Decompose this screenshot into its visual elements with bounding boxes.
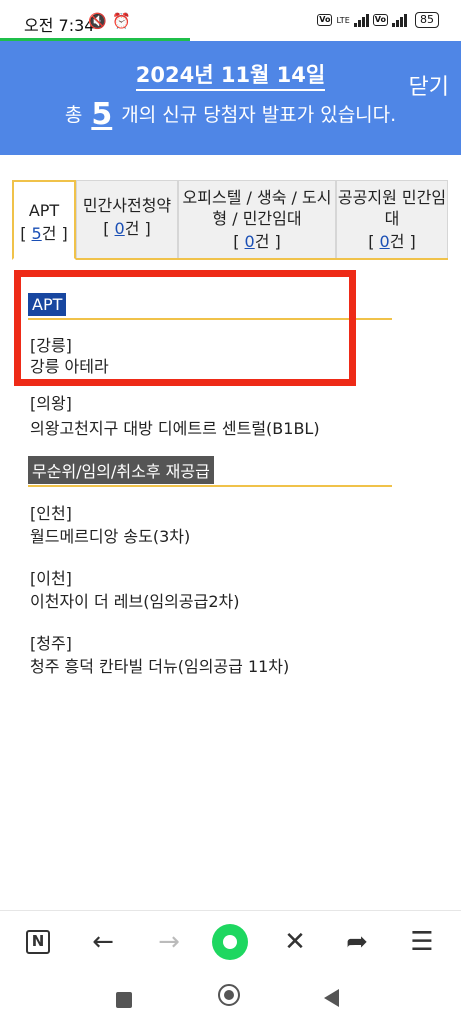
- list-item-name[interactable]: 청주 흥덕 칸타빌 더뉴(임의공급 11차): [30, 653, 289, 677]
- browser-toolbar: N ← → ✕ ➦ ☰: [0, 910, 461, 972]
- back-arrow-icon[interactable]: ←: [86, 925, 120, 959]
- list-item-name[interactable]: 의왕고천지구 대방 디에트르 센트럴(B1BL): [30, 415, 320, 439]
- naver-home-icon[interactable]: N: [26, 930, 50, 954]
- clock: 오전 7:34: [24, 16, 95, 35]
- announcement-subtitle: 총 5 개의 신규 당첨자 발표가 있습니다.: [64, 97, 397, 132]
- close-tab-icon[interactable]: ✕: [278, 925, 312, 959]
- volte-icon: Vo: [317, 14, 333, 26]
- announcement-count: 5: [91, 97, 113, 132]
- mute-icon: 🔇: [88, 12, 107, 30]
- list-item-region: [청주]: [30, 634, 72, 653]
- tab-officetel[interactable]: 오피스텔 / 생숙 / 도시형 / 민간임대 [ 0건 ]: [178, 180, 336, 258]
- tab-public-private-rental[interactable]: 공공지원 민간임대 [ 0건 ]: [336, 180, 448, 258]
- forward-arrow-icon[interactable]: →: [152, 925, 186, 959]
- home-icon[interactable]: [218, 984, 240, 1006]
- recent-apps-icon[interactable]: [116, 992, 132, 1008]
- category-tabs: APT [ 5건 ] 민간사전청약 [ 0건 ] 오피스텔 / 생숙 / 도시형…: [12, 180, 448, 260]
- highlight-box: [14, 270, 356, 386]
- section-divider: [28, 485, 392, 487]
- back-icon[interactable]: [324, 989, 339, 1007]
- tab-apt[interactable]: APT [ 5건 ]: [12, 180, 76, 260]
- list-item-name[interactable]: 이천자이 더 레브(임의공급2차): [30, 588, 239, 612]
- battery-icon: 85: [415, 12, 439, 28]
- signal-icon: [353, 13, 369, 27]
- volte-icon-2: Vo: [372, 14, 388, 26]
- status-bar: 오전 7:34 🔇 ⏰ Vo LTE Vo 85: [0, 0, 461, 40]
- signal-icon-2: [392, 13, 407, 27]
- system-nav-bar: [0, 972, 461, 1024]
- list-item-region: [이천]: [30, 569, 72, 588]
- list-item-region: [의왕]: [30, 394, 72, 413]
- list-item-region: [인천]: [30, 504, 72, 523]
- menu-icon[interactable]: ☰: [405, 925, 439, 959]
- list-item-name[interactable]: 월드메르디앙 송도(3차): [30, 523, 190, 547]
- announcement-date: 2024년 11월 14일: [0, 59, 461, 91]
- section-title-resupply: 무순위/임의/취소후 재공급: [28, 456, 214, 484]
- lte-label: LTE: [336, 15, 350, 25]
- announcement-header: 2024년 11월 14일 닫기 총 5 개의 신규 당첨자 발표가 있습니다.: [0, 41, 461, 155]
- share-icon[interactable]: ➦: [340, 925, 374, 959]
- tab-private-pre-subscription[interactable]: 민간사전청약 [ 0건 ]: [76, 180, 178, 258]
- green-dot-icon[interactable]: [212, 924, 248, 960]
- alarm-icon: ⏰: [112, 12, 131, 30]
- status-icons: Vo LTE Vo 85: [317, 12, 439, 28]
